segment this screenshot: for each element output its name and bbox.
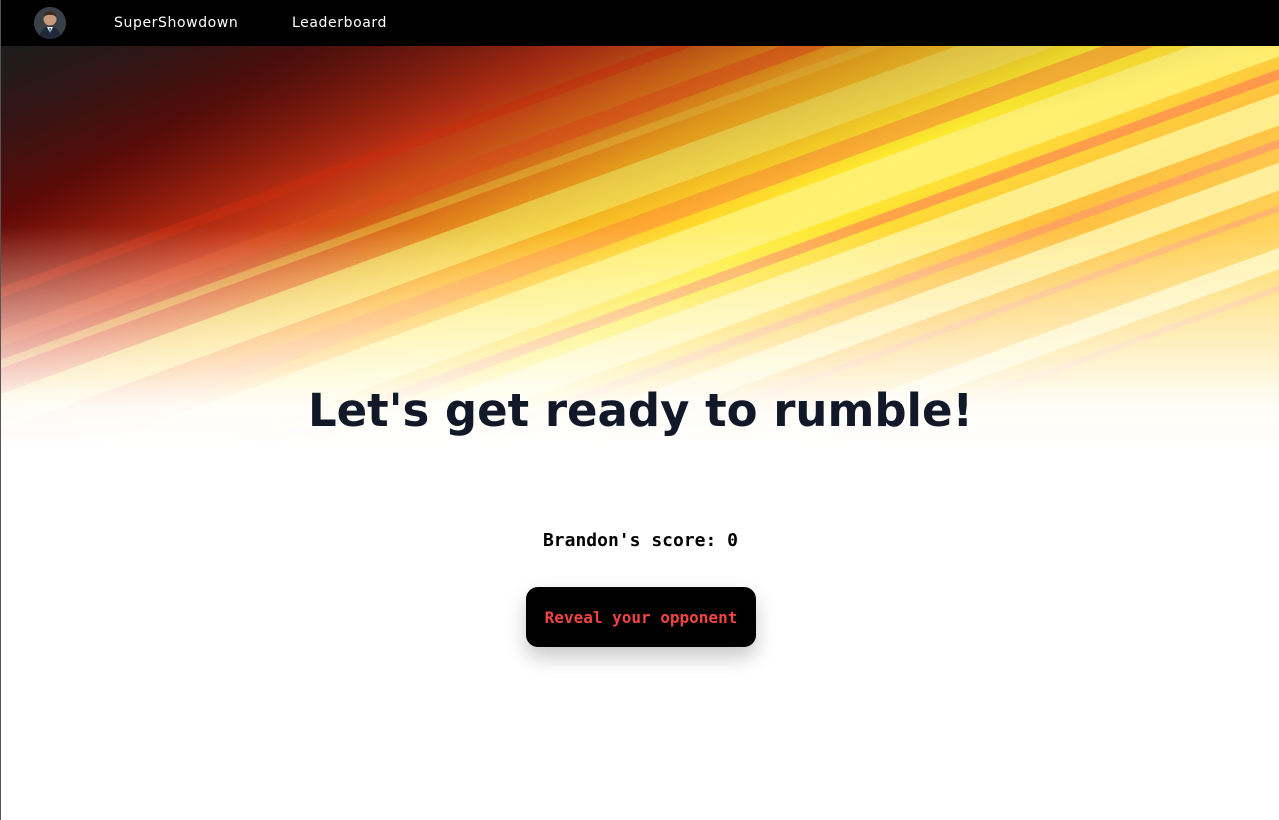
page-headline: Let's get ready to rumble!	[307, 384, 974, 437]
top-navbar: SuperShowdown Leaderboard	[1, 0, 1279, 46]
avatar-photo-icon	[34, 7, 66, 39]
nav-link-leaderboard[interactable]: Leaderboard	[292, 14, 387, 32]
reveal-opponent-button[interactable]: Reveal your opponent	[526, 587, 756, 647]
score-label: Brandon's score: 0	[542, 530, 739, 551]
user-avatar[interactable]	[34, 7, 66, 39]
nav-link-supershowdown[interactable]: SuperShowdown	[114, 14, 238, 32]
